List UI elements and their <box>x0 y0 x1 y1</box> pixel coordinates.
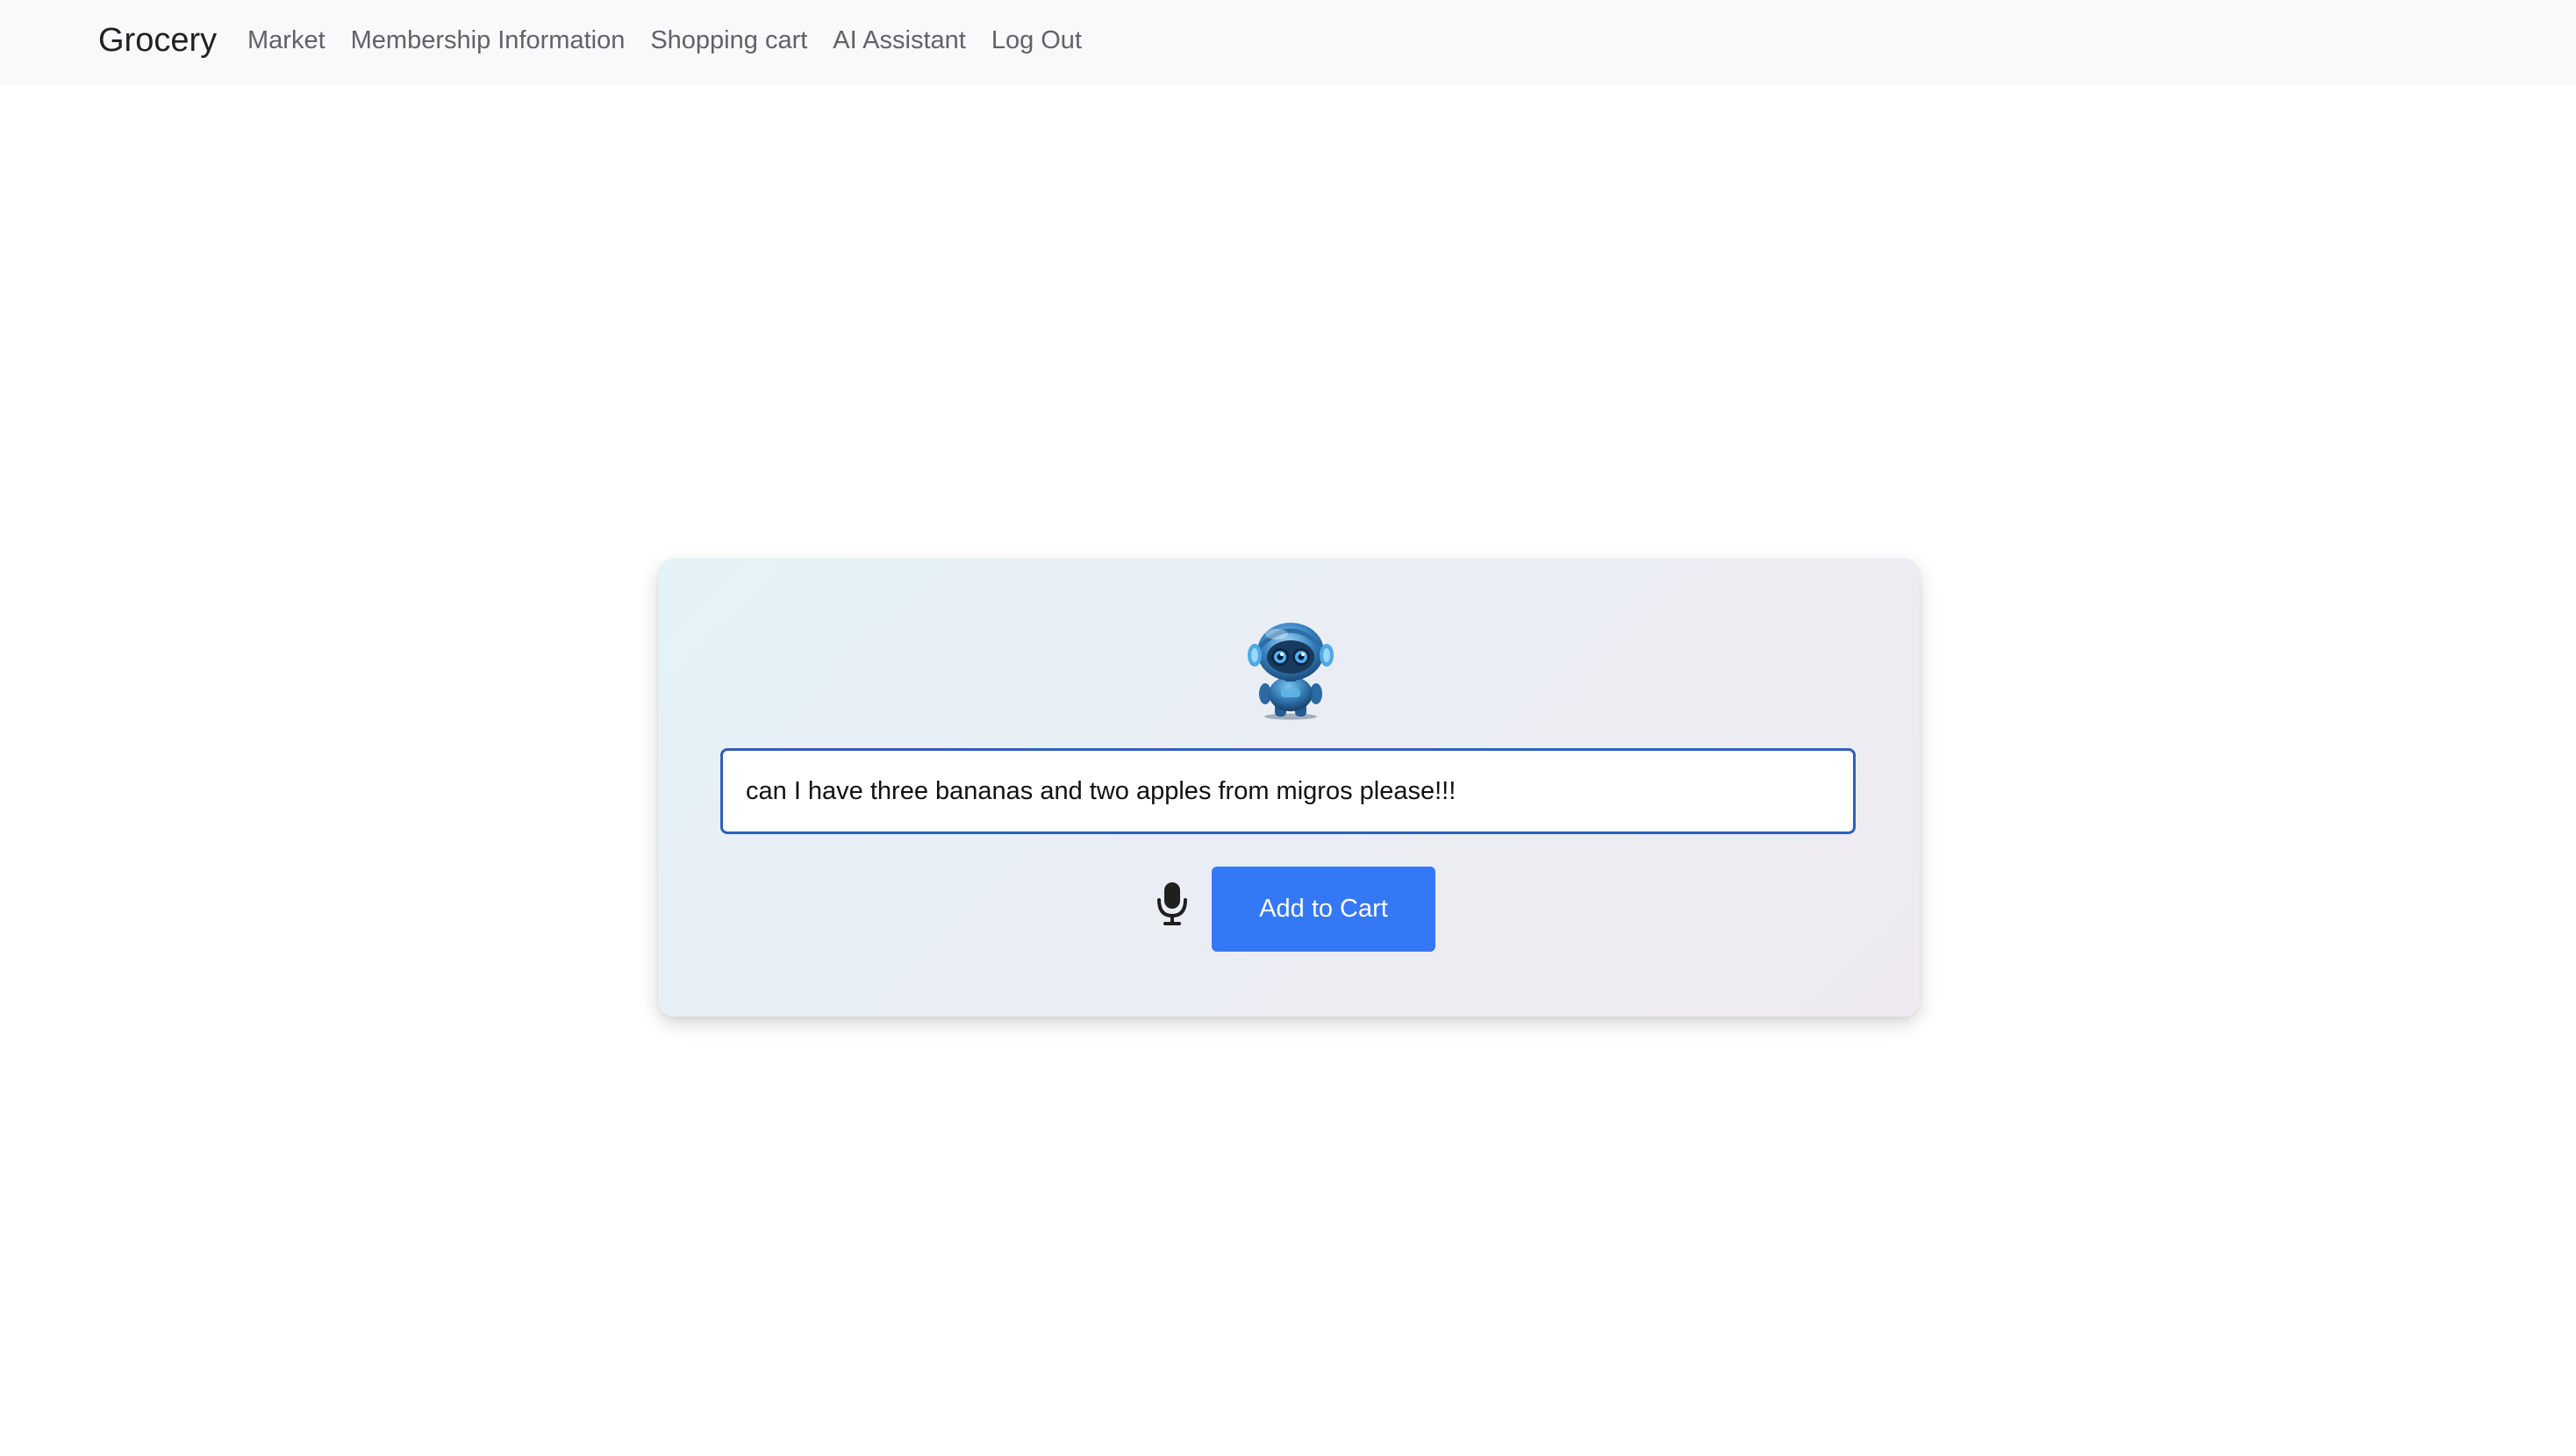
nav-link-membership-information[interactable]: Membership Information <box>351 22 626 59</box>
assistant-query-input[interactable] <box>720 748 1856 834</box>
nav-link-ai-assistant[interactable]: AI Assistant <box>833 22 966 59</box>
nav-link-log-out[interactable]: Log Out <box>991 22 1082 59</box>
brand-link[interactable]: Grocery <box>98 19 217 61</box>
add-to-cart-button[interactable]: Add to Cart <box>1212 867 1435 952</box>
nav-link-market[interactable]: Market <box>247 22 326 59</box>
top-navbar: Grocery Market Membership Information Sh… <box>0 0 2576 85</box>
microphone-icon[interactable] <box>1156 882 1188 926</box>
assistant-card: Add to Cart <box>658 559 1920 1017</box>
nav-link-shopping-cart[interactable]: Shopping cart <box>650 22 807 59</box>
nav-links: Market Membership Information Shopping c… <box>247 22 1107 59</box>
robot-icon <box>1248 623 1334 720</box>
